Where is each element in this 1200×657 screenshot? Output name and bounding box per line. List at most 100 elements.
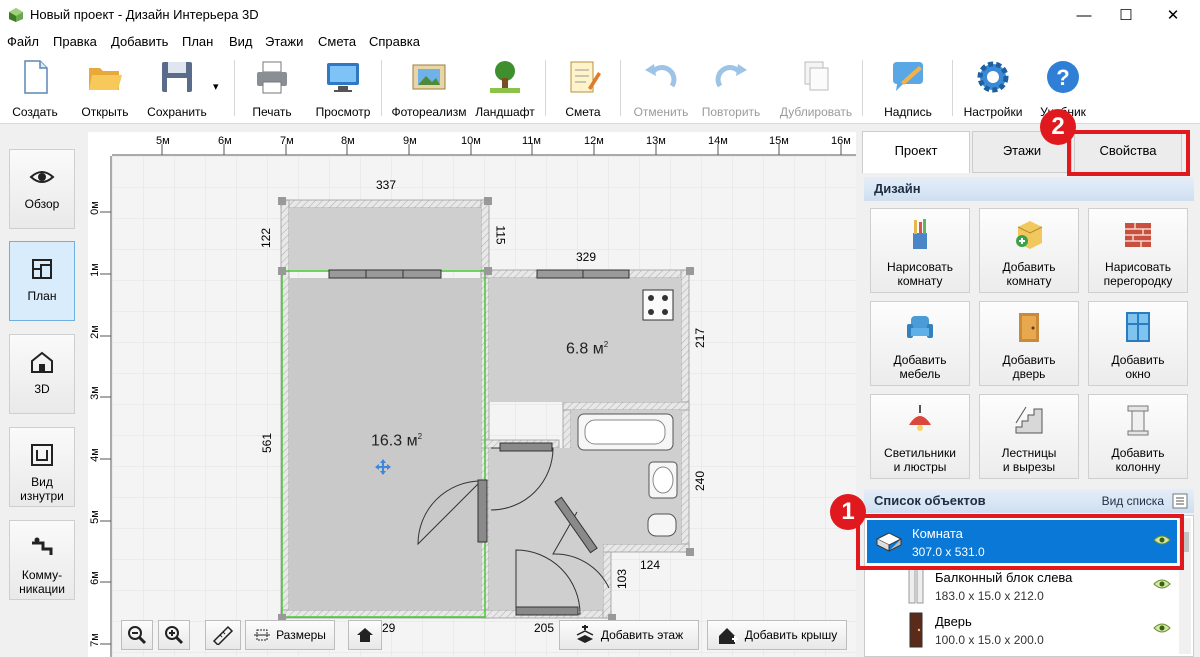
menu-bar: Файл Правка Добавить План Вид Этажи Смет… — [0, 30, 1200, 52]
open-button[interactable]: Открыть — [76, 58, 134, 120]
list-view-icon[interactable] — [1172, 493, 1188, 509]
toolbar: Создать Открыть Сохранить ▾ Печать Просм… — [0, 52, 1200, 124]
gear-icon — [977, 61, 1009, 93]
add-window-button[interactable]: Добавить окно — [1088, 301, 1188, 386]
folder-icon — [89, 68, 122, 90]
zoom-out-button[interactable] — [121, 620, 153, 650]
dimensions-button[interactable]: Размеры — [245, 620, 335, 650]
dimensions-icon — [254, 629, 271, 641]
save-dropdown-arrow[interactable]: ▾ — [213, 80, 219, 93]
menu-view[interactable]: Вид — [229, 34, 253, 49]
ruler-icon — [212, 625, 234, 645]
tree-icon — [490, 61, 520, 93]
add-floor-button[interactable]: Добавить этаж — [559, 620, 699, 650]
inside-view-button[interactable]: Вид изнутри — [9, 427, 75, 507]
callout-badge: 1 — [830, 494, 866, 530]
menu-file[interactable]: Файл — [7, 34, 39, 49]
ruler-tick-label: 5м — [156, 135, 170, 147]
zoom-out-icon — [128, 626, 147, 645]
room-interior-icon — [31, 444, 53, 466]
visibility-eye-icon[interactable] — [1153, 578, 1171, 590]
add-column-button[interactable]: Добавить колонну — [1088, 394, 1188, 479]
pencils-cup-icon — [913, 219, 927, 249]
ruler-tick-label: 5м — [88, 510, 101, 524]
monitor-icon — [327, 63, 359, 92]
zoom-in-icon — [165, 626, 184, 645]
room-area-label: 16.3 м2 — [371, 432, 423, 450]
landscape-button[interactable]: Ландшафт — [474, 58, 536, 120]
duplicate-button[interactable]: Дублировать — [777, 58, 855, 120]
speech-bubble-icon — [893, 62, 923, 91]
plan-button[interactable]: План — [9, 241, 75, 321]
window-icon — [1126, 312, 1150, 342]
toolbar-separator — [234, 60, 235, 116]
ruler-tick-label: 14м — [708, 135, 728, 147]
tab-project[interactable]: Проект — [862, 131, 970, 173]
zoom-in-button[interactable] — [158, 620, 190, 650]
draw-room-button[interactable]: Нарисовать комнату — [870, 208, 970, 293]
ruler-horizontal: 5м 6м 7м 8м 9м 10м 11м 12м 13м 14м 15м 1… — [88, 132, 856, 156]
create-button[interactable]: Создать — [8, 58, 62, 120]
ruler-vertical: 0м 1м 2м 3м 4м 5м 6м 7м — [88, 156, 112, 657]
visibility-eye-icon[interactable] — [1153, 622, 1171, 634]
copy-icon — [804, 61, 829, 91]
preview-button[interactable]: Просмотр — [312, 58, 374, 120]
stairs-icon — [1015, 406, 1043, 434]
callout-badge: 2 — [1040, 109, 1076, 145]
add-door-button[interactable]: Добавить дверь — [979, 301, 1079, 386]
list-item[interactable]: Балконный блок слева 183.0 x 15.0 x 212.… — [867, 564, 1177, 607]
menu-plan[interactable]: План — [182, 34, 213, 49]
menu-floors[interactable]: Этажи — [265, 34, 303, 49]
dimension-label: 205 — [534, 621, 555, 635]
app-icon — [9, 8, 23, 22]
measure-ruler-button[interactable] — [205, 620, 241, 650]
photorealism-button[interactable]: Фотореализм — [391, 58, 467, 120]
undo-button[interactable]: Отменить — [630, 58, 692, 120]
menu-edit[interactable]: Правка — [53, 34, 97, 49]
estimate-button[interactable]: Смета — [557, 58, 609, 120]
menu-help[interactable]: Справка — [369, 34, 420, 49]
ruler-tick-label: 9м — [403, 135, 417, 147]
home-button[interactable] — [348, 620, 382, 650]
view-nav-panel: Обзор План 3D Вид изнутри Комму- никации — [0, 125, 85, 657]
draw-partition-button[interactable]: Нарисовать перегородку — [1088, 208, 1188, 293]
view-3d-button[interactable]: 3D — [9, 334, 75, 414]
ruler-tick-label: 7м — [280, 135, 294, 147]
highlight-box-properties-tab — [1067, 130, 1190, 176]
save-button[interactable]: Сохранить — [144, 58, 210, 120]
plan-canvas[interactable]: 5м 6м 7м 8м 9м 10м 11м 12м 13м 14м 15м 1… — [88, 132, 856, 657]
maximize-button[interactable]: ☐ — [1103, 0, 1149, 30]
view-list-link[interactable]: Вид списка — [1102, 494, 1164, 508]
add-stairs-button[interactable]: Лестницы и вырезы — [979, 394, 1079, 479]
print-button[interactable]: Печать — [246, 58, 298, 120]
dimension-label: 124 — [640, 558, 661, 572]
redo-button[interactable]: Повторить — [698, 58, 764, 120]
ruler-tick-label: 6м — [218, 135, 232, 147]
door-object-icon — [909, 612, 923, 648]
add-lights-button[interactable]: Светильники и люстры — [870, 394, 970, 479]
design-section-header: Дизайн — [864, 177, 1194, 201]
communications-button[interactable]: Комму- никации — [9, 520, 75, 600]
minimize-button[interactable]: — — [1061, 0, 1107, 30]
ruler-tick-label: 10м — [461, 135, 481, 147]
add-room-box-icon — [1016, 221, 1043, 249]
door-icon — [1019, 313, 1039, 342]
menu-estimate[interactable]: Смета — [318, 34, 356, 49]
redo-icon — [715, 64, 747, 88]
floor-plan[interactable]: 337 122 115 329 217 561 240 124 103 205 … — [112, 156, 856, 657]
overview-button[interactable]: Обзор — [9, 149, 75, 229]
menu-add[interactable]: Добавить — [111, 34, 168, 49]
ceiling-lamp-icon — [909, 405, 931, 431]
add-room-button[interactable]: Добавить комнату — [979, 208, 1079, 293]
dimension-label: 103 — [615, 568, 630, 590]
floor-plan-drawing — [112, 156, 856, 657]
close-button[interactable]: ✕ — [1150, 0, 1196, 30]
list-item[interactable]: Дверь 100.0 x 15.0 x 200.0 — [867, 608, 1177, 651]
photo-room-icon — [412, 64, 446, 90]
caption-button[interactable]: Надпись — [877, 58, 939, 120]
home-icon — [357, 628, 373, 642]
settings-button[interactable]: Настройки — [962, 58, 1024, 120]
add-furniture-button[interactable]: Добавить мебель — [870, 301, 970, 386]
ruler-tick-label: 12м — [584, 135, 604, 147]
add-roof-button[interactable]: Добавить крышу — [707, 620, 847, 650]
